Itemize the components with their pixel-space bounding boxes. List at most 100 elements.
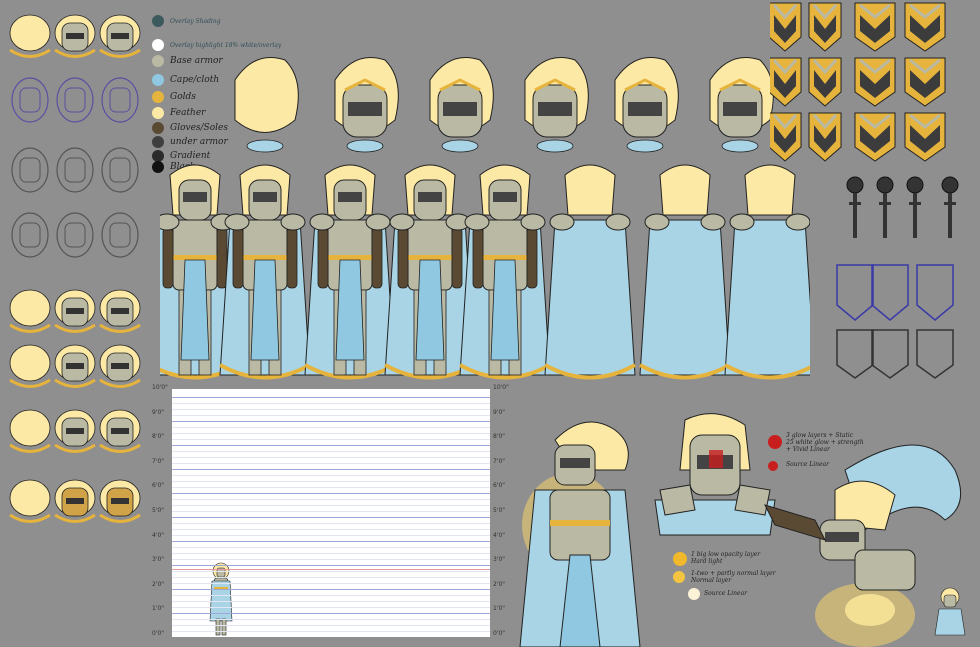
- height-tick-label: 5'0": [493, 507, 506, 514]
- swatch-dot: [152, 15, 164, 27]
- shoulder-pad-design: [854, 57, 896, 107]
- height-tick-label: 4'0": [152, 531, 165, 539]
- thumbnail: [99, 289, 141, 333]
- head-turnaround: [234, 57, 774, 153]
- thumbnail: [99, 409, 141, 453]
- legend-item: Golds: [152, 90, 196, 104]
- legend-label: Overlay highlight 18% white/overlay: [170, 41, 282, 49]
- shoulder-pad-design: [808, 112, 842, 162]
- chart-gridline: [172, 445, 490, 446]
- chart-gridline: [172, 499, 490, 500]
- chart-gridline: [172, 457, 490, 458]
- pad-sketch-gray: [836, 329, 874, 379]
- legend-item: Feather: [152, 106, 206, 120]
- height-tick-label: 9'0": [152, 408, 165, 416]
- note-text: Source Linear: [704, 590, 748, 597]
- swatch-dot: [152, 39, 164, 51]
- mace-design: [906, 176, 924, 238]
- height-tick-label: 8'0": [152, 433, 165, 441]
- thumbnail: [56, 147, 94, 193]
- chart-gridline: [172, 619, 490, 620]
- chart-gridline: [172, 529, 490, 530]
- height-tick-label: 6'0": [152, 482, 165, 490]
- chart-gridline: [172, 583, 490, 584]
- note-text: 3 glow layers + Static 25 white glow + st…: [786, 432, 864, 453]
- legend-item: Base armor: [152, 54, 223, 68]
- shoulder-pad-design: [808, 57, 842, 107]
- legend-label: Overlay Shading: [170, 17, 221, 25]
- chart-gridline: [172, 547, 490, 548]
- thumbnail: [56, 212, 94, 258]
- shoulder-pad-design: [770, 112, 802, 162]
- chart-gridline: [172, 595, 490, 596]
- thumbnail: [54, 479, 96, 523]
- legend-item: Gloves/Soles: [152, 121, 228, 135]
- chart-gridline: [172, 607, 490, 608]
- height-tick-label: 3'0": [152, 556, 165, 564]
- chart-gridline: [172, 493, 490, 494]
- thumbnail: [101, 77, 139, 123]
- chart-gridline: [172, 481, 490, 482]
- chart-gridline: [172, 625, 490, 626]
- chart-gridline: [172, 613, 490, 614]
- shoulder-pad-design: [904, 2, 946, 52]
- legend-item: under armor: [152, 135, 228, 149]
- body-turnaround: [160, 164, 810, 380]
- head-view: [234, 57, 299, 153]
- thumbnail: [9, 289, 51, 333]
- height-tick-label: 2'0": [152, 580, 165, 588]
- swatch-dot: [152, 122, 164, 134]
- chart-gridline: [172, 511, 490, 512]
- chart-gridline: [172, 565, 490, 566]
- mace-design: [941, 176, 959, 238]
- thumbnail: [99, 14, 141, 58]
- chart-gridline: [172, 421, 490, 422]
- mace-design: [876, 176, 894, 238]
- thumbnail: [11, 212, 49, 258]
- thumbnail: [9, 479, 51, 523]
- chart-gridline: [172, 505, 490, 506]
- shoulder-pad-design: [770, 57, 802, 107]
- chart-gridline: [172, 451, 490, 452]
- note-text: 1 big low opacity layer Hard light: [691, 551, 761, 565]
- chart-gridline: [172, 463, 490, 464]
- body-view: [544, 164, 636, 380]
- thumbnail: [54, 289, 96, 333]
- height-tick-label: 10'0": [493, 384, 509, 391]
- height-tick-label: 0'0": [493, 630, 506, 637]
- chart-gridline: [172, 469, 490, 470]
- thumbnail: [99, 479, 141, 523]
- chart-gridline: [172, 577, 490, 578]
- chart-gridline: [172, 475, 490, 476]
- height-tick-label: 0'0": [152, 630, 165, 637]
- chart-gridline: [172, 517, 490, 518]
- chart-gridline: [172, 631, 490, 632]
- thumbnail: [11, 147, 49, 193]
- chart-gridline: [172, 403, 490, 404]
- height-tick-label: 9'0": [493, 408, 506, 416]
- height-tick-label: 8'0": [493, 433, 506, 441]
- chart-gridline: [172, 571, 490, 572]
- height-tick-label: 7'0": [493, 457, 506, 465]
- thumbnail: [9, 14, 51, 58]
- chart-gridline: [172, 535, 490, 536]
- mace-design: [846, 176, 864, 238]
- legend-item: Overlay Shading: [152, 14, 221, 28]
- thumbnail: [101, 212, 139, 258]
- chart-gridline: [172, 415, 490, 416]
- thumbnail: [99, 344, 141, 388]
- swatch-dot: [152, 91, 164, 103]
- chart-gridline: [172, 601, 490, 602]
- head-view: [429, 57, 494, 153]
- height-tick-label: 5'0": [152, 507, 165, 514]
- pad-sketch-blue: [836, 264, 874, 321]
- chart-gridline: [172, 589, 490, 590]
- thumbnail: [54, 344, 96, 388]
- swatch-dot: [152, 55, 164, 67]
- thumbnail: [9, 344, 51, 388]
- height-tick-label: 1'0": [493, 605, 506, 613]
- shoulder-pad-design: [770, 2, 802, 52]
- note-dot: [768, 435, 782, 449]
- pad-sketch-gray: [916, 329, 954, 379]
- swatch-dot: [152, 107, 164, 119]
